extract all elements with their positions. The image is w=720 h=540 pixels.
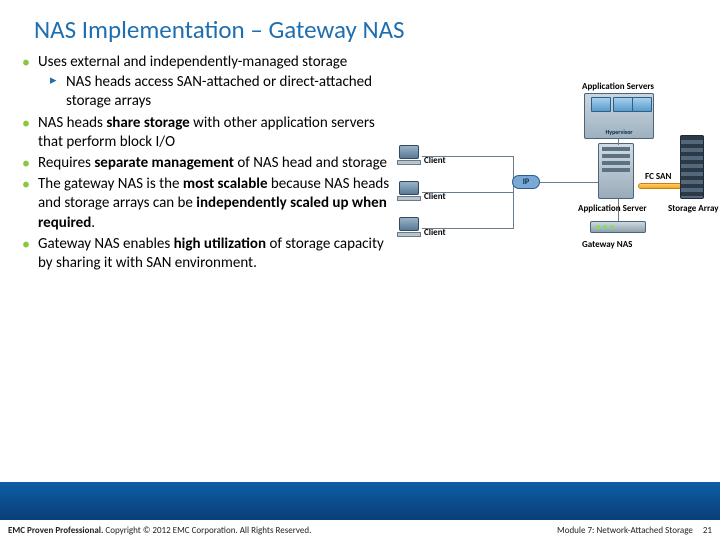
hypervisor-icon: Hypervisor — [584, 93, 654, 139]
footer-right: Module 7: Network-Attached Storage 21 — [557, 525, 712, 536]
bullet-3: Requires separate management of NAS head… — [22, 154, 392, 173]
footer-band — [0, 482, 720, 520]
b4-bold1: most scalable — [183, 175, 268, 193]
footer-line: EMC Proven Professional. Copyright © 201… — [8, 525, 712, 536]
fc-san-icon — [638, 183, 682, 189]
client-icon — [396, 181, 422, 203]
b4-pre: The gateway NAS is the — [38, 175, 183, 193]
b3-post: of NAS head and storage — [234, 154, 387, 172]
b5-bold: high utilization — [174, 235, 266, 253]
wire-icon — [422, 156, 514, 157]
vm-icon — [613, 97, 633, 112]
label-application-server: Application Server — [578, 203, 647, 214]
hypervisor-caption: Hypervisor — [585, 128, 653, 136]
bullet-5: Gateway NAS enables high utilization of … — [22, 235, 392, 273]
wire-icon — [513, 156, 514, 228]
client-icon — [396, 217, 422, 239]
bullet-1: Uses external and independently-managed … — [22, 53, 392, 112]
label-storage-array: Storage Array — [668, 203, 719, 214]
footer-left-bold: EMC Proven Professional. — [8, 525, 103, 536]
b2-pre: NAS heads — [38, 114, 106, 132]
label-application-servers: Application Servers — [582, 81, 654, 92]
b4-post: . — [91, 214, 95, 232]
footer: EMC Proven Professional. Copyright © 201… — [0, 478, 720, 540]
b2-bold: share storage — [106, 114, 189, 132]
label-gateway-nas: Gateway NAS — [582, 239, 632, 250]
b3-pre: Requires — [38, 154, 94, 172]
content-area: Uses external and independently-managed … — [0, 51, 720, 353]
application-server-icon — [598, 143, 634, 199]
footer-left-rest: Copyright © 2012 EMC Corporation. All Ri… — [103, 525, 311, 536]
slide-title: NAS Implementation – Gateway NAS — [0, 0, 720, 51]
footer-page-number: 21 — [703, 525, 712, 536]
bullet-1-text: Uses external and independently-managed … — [38, 53, 347, 71]
b3-bold: separate management — [94, 154, 234, 172]
bullet-2: NAS heads share storage with other appli… — [22, 114, 392, 152]
network-diagram: Application Servers Hypervisor Client Cl… — [392, 53, 714, 353]
bullet-column: Uses external and independently-managed … — [22, 53, 392, 353]
wire-icon — [422, 228, 514, 229]
vm-icon — [632, 97, 652, 112]
bullet-1-sub-1: NAS heads access SAN-attached or direct-… — [38, 73, 392, 111]
wire-icon — [422, 192, 514, 193]
storage-array-icon — [680, 135, 704, 199]
bullet-4: The gateway NAS is the most scalable bec… — [22, 175, 392, 233]
footer-module: Module 7: Network-Attached Storage — [557, 525, 693, 536]
wire-icon — [618, 139, 619, 145]
ip-cloud-icon: IP — [512, 175, 540, 189]
b5-pre: Gateway NAS enables — [38, 235, 174, 253]
gateway-nas-icon — [590, 221, 646, 233]
label-fc-san: FC SAN — [645, 171, 671, 182]
footer-left: EMC Proven Professional. Copyright © 201… — [8, 525, 311, 536]
client-icon — [396, 145, 422, 167]
vm-icon — [591, 97, 611, 112]
wire-icon — [540, 182, 598, 183]
